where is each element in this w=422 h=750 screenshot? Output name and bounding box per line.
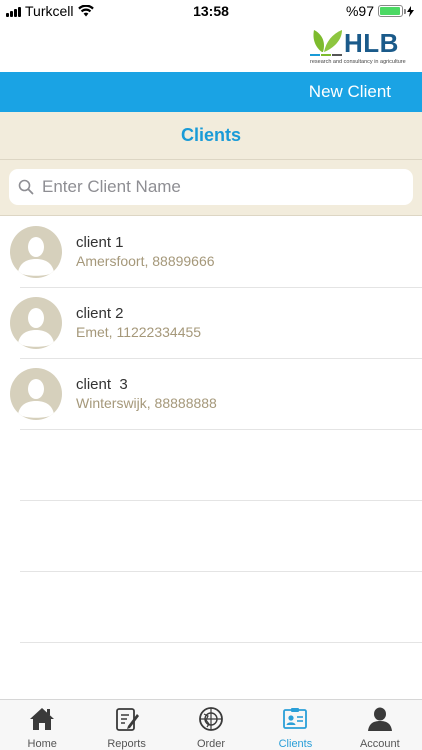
account-icon bbox=[367, 707, 392, 731]
title-bar: Clients bbox=[0, 112, 422, 160]
avatar-placeholder-icon bbox=[10, 226, 62, 278]
battery-icon bbox=[378, 5, 406, 17]
brand-bar: HLB research and consultancy in agricult… bbox=[0, 22, 422, 72]
tab-account[interactable]: Account bbox=[338, 700, 422, 750]
list-separator bbox=[20, 571, 422, 572]
order-icon bbox=[199, 707, 223, 731]
client-name: client 2 bbox=[76, 305, 124, 322]
client-row[interactable]: client 2 Emet, 11222334455 bbox=[0, 288, 422, 359]
navigation-header: New Client bbox=[0, 72, 422, 112]
client-row[interactable]: client 1 Amersfoort, 88899666 bbox=[0, 217, 422, 288]
search-input[interactable] bbox=[42, 177, 402, 197]
hlb-logo: HLB research and consultancy in agricult… bbox=[308, 26, 408, 68]
client-details: Winterswijk, 88888888 bbox=[76, 395, 217, 411]
tab-label: Order bbox=[196, 738, 226, 750]
status-left: Turkcell bbox=[6, 3, 94, 19]
avatar-placeholder-icon bbox=[10, 368, 62, 420]
carrier-name: Turkcell bbox=[25, 3, 74, 19]
tab-label: Home bbox=[27, 738, 57, 750]
client-details: Emet, 11222334455 bbox=[76, 324, 202, 340]
search-icon bbox=[18, 179, 34, 195]
logo-tagline: research and consultancy in agriculture bbox=[310, 59, 406, 65]
search-box[interactable] bbox=[9, 169, 413, 205]
tab-order[interactable]: Order bbox=[169, 700, 253, 750]
client-details: Amersfoort, 88899666 bbox=[76, 253, 215, 269]
tab-bar: Home Reports Order Clients Account bbox=[0, 699, 422, 750]
reports-icon bbox=[115, 708, 139, 731]
clients-icon bbox=[283, 708, 308, 729]
leaf-logo-icon bbox=[310, 30, 342, 56]
list-separator bbox=[20, 500, 422, 501]
client-name: client 3 bbox=[76, 376, 128, 393]
tab-home[interactable]: Home bbox=[0, 700, 84, 750]
client-row[interactable]: client 3 Winterswijk, 88888888 bbox=[0, 359, 422, 430]
avatar-placeholder-icon bbox=[10, 297, 62, 349]
client-name: client 1 bbox=[76, 234, 124, 251]
status-right: %97 bbox=[346, 3, 414, 19]
battery-percent: %97 bbox=[345, 3, 374, 19]
list-separator bbox=[20, 642, 422, 643]
status-bar: Turkcell 13:58 %97 bbox=[0, 0, 422, 22]
signal-icon bbox=[6, 6, 21, 17]
charging-bolt-icon bbox=[407, 5, 414, 17]
home-icon bbox=[30, 708, 55, 730]
tab-label: Account bbox=[359, 738, 400, 750]
page-title: Clients bbox=[180, 125, 241, 145]
tab-label: Reports bbox=[107, 738, 146, 750]
tab-label: Clients bbox=[278, 738, 313, 750]
logo-text: HLB bbox=[344, 28, 399, 58]
search-container bbox=[0, 160, 422, 216]
client-list: client 1 Amersfoort, 88899666 client 2 E… bbox=[0, 217, 422, 430]
tab-clients[interactable]: Clients bbox=[253, 700, 337, 750]
new-client-button[interactable]: New Client bbox=[309, 82, 391, 102]
tab-reports[interactable]: Reports bbox=[84, 700, 168, 750]
wifi-icon bbox=[77, 5, 94, 17]
